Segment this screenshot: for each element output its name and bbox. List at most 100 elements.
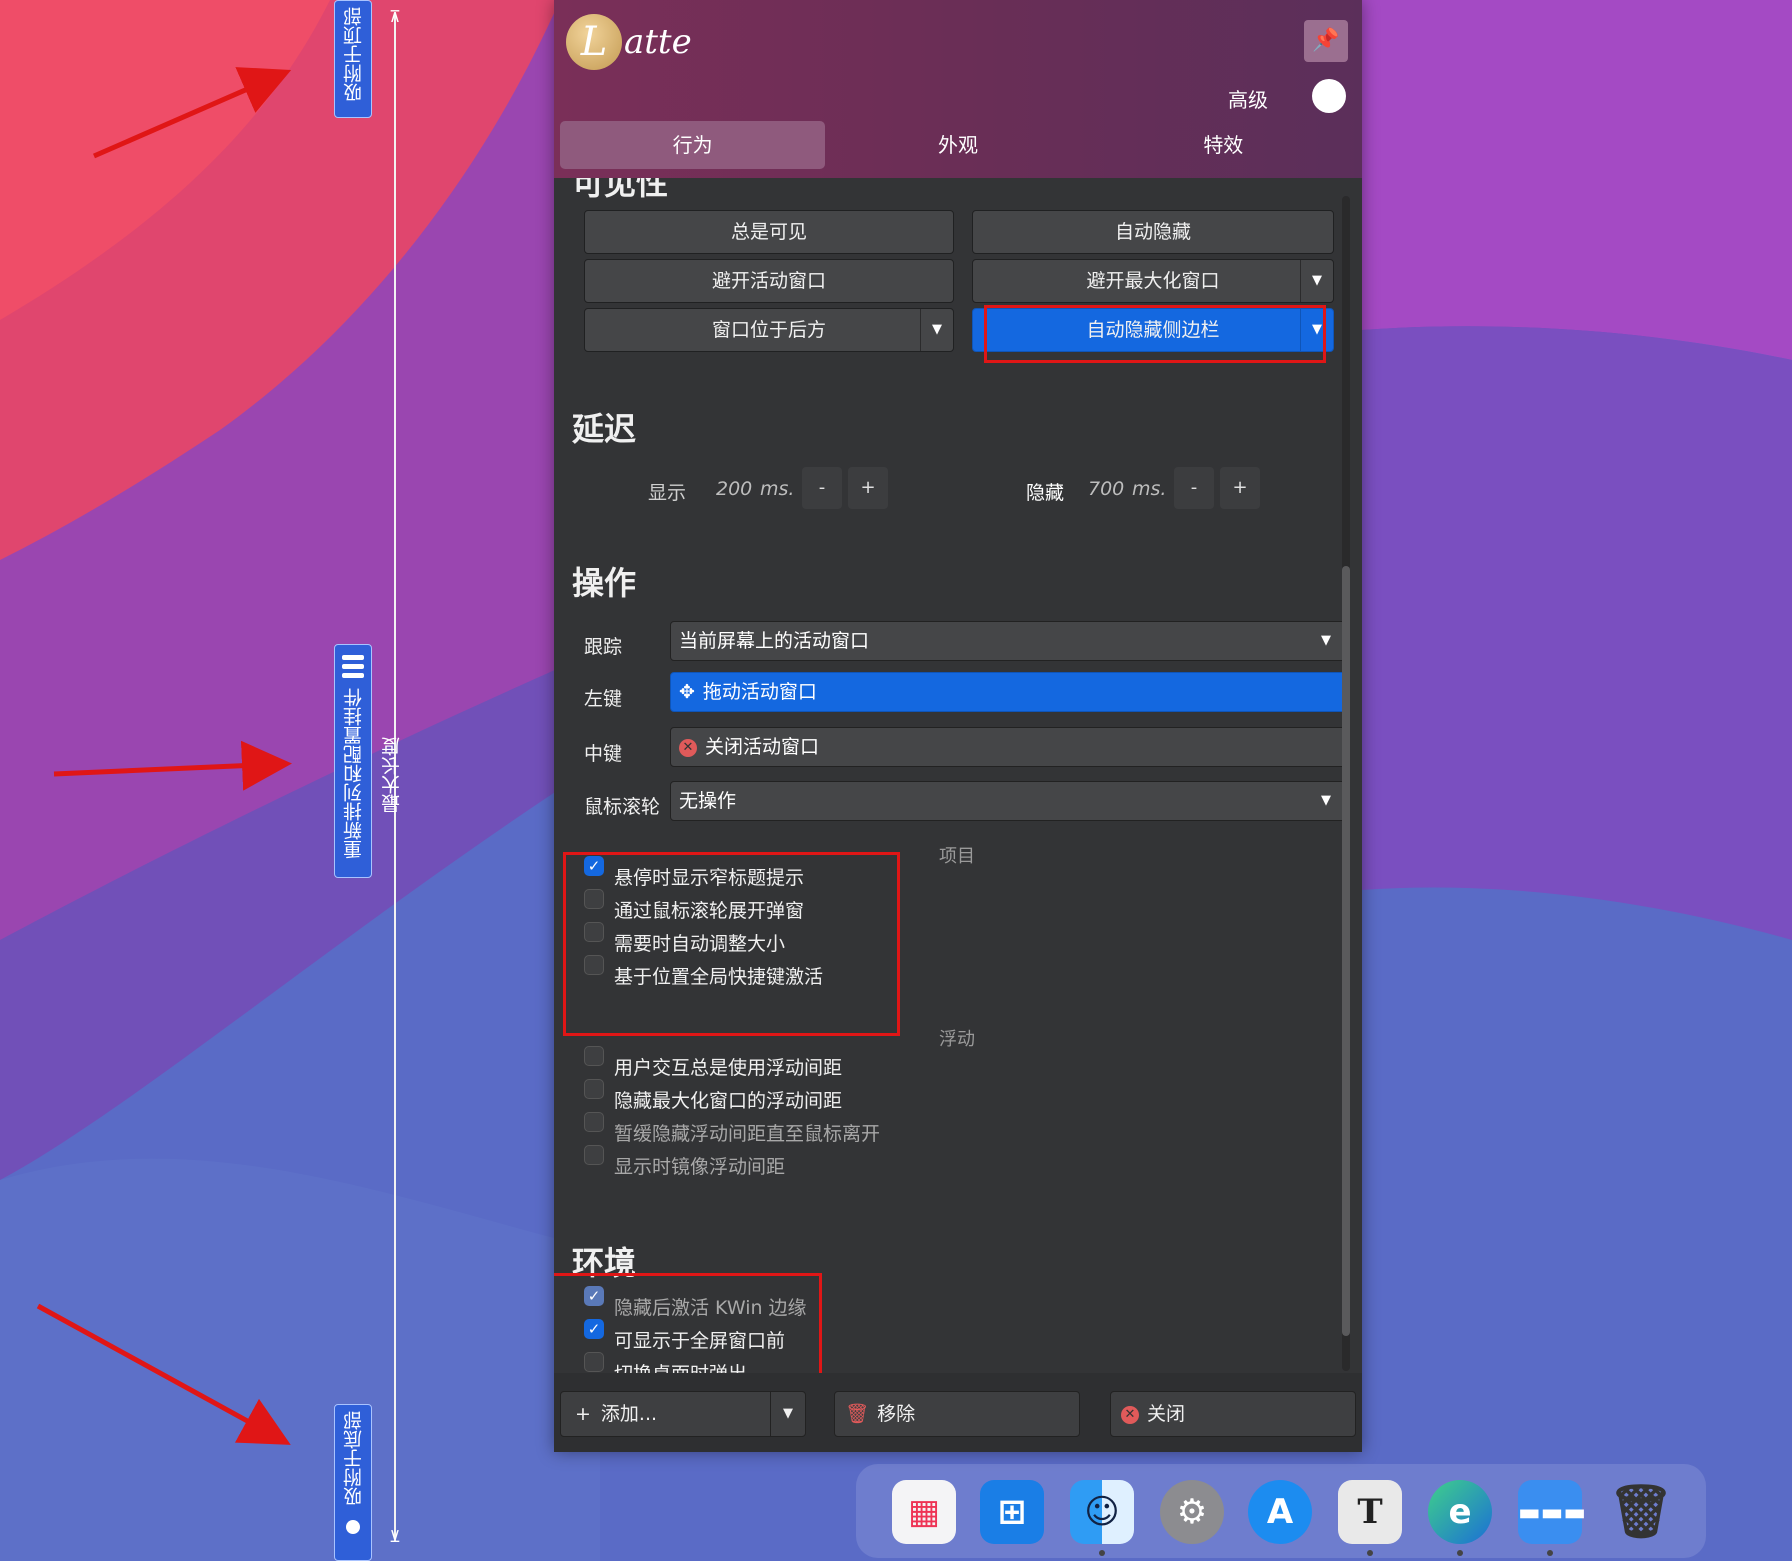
hide-delay-increase-button[interactable]: + bbox=[1220, 467, 1260, 509]
checkbox-label: 显示时镜像浮动间距 bbox=[614, 1156, 786, 1178]
windows-go-below-button[interactable]: 窗口位于后方 ▼ bbox=[584, 308, 954, 352]
remove-button[interactable]: 🗑 移除 bbox=[834, 1391, 1080, 1437]
track-label: 跟踪 bbox=[584, 636, 623, 658]
snap-top-label: 吸附于顶部 bbox=[342, 7, 365, 102]
mouse-wheel-label: 鼠标滚轮 bbox=[584, 796, 661, 818]
tab-behavior[interactable]: 行为 bbox=[560, 121, 826, 169]
middle-click-select[interactable]: ✕ 关闭活动窗口 bbox=[670, 727, 1346, 767]
close-icon: ✕ bbox=[1121, 1405, 1139, 1424]
show-delay-label: 显示 bbox=[648, 482, 687, 504]
dodge-maximized-button[interactable]: 避开最大化窗口 ▼ bbox=[972, 259, 1334, 303]
advanced-toggle[interactable] bbox=[1312, 79, 1346, 113]
windows-icon[interactable]: ⊞ bbox=[980, 1480, 1044, 1544]
snap-bottom-button[interactable]: 吸附于底部 bbox=[334, 1404, 372, 1561]
items-group-label: 项目 bbox=[939, 846, 975, 867]
checkbox[interactable] bbox=[584, 1112, 604, 1132]
chevron-down-icon[interactable]: ▼ bbox=[920, 309, 953, 351]
plus-icon: + bbox=[575, 1403, 591, 1425]
text-editor-icon[interactable]: T bbox=[1338, 1480, 1402, 1544]
chevron-down-icon: ▼ bbox=[1321, 793, 1331, 808]
running-indicator bbox=[1367, 1550, 1373, 1556]
running-indicator bbox=[1547, 1550, 1553, 1556]
latte-logo: L atte bbox=[566, 14, 692, 70]
mouse-wheel-select[interactable]: 无操作 ▼ bbox=[670, 781, 1346, 821]
show-delay-decrease-button[interactable]: - bbox=[802, 467, 842, 509]
dock: ▦ ⊞ ☺ ⚙ A T e ▬▬▬ 🗑 bbox=[856, 1464, 1706, 1558]
floating-checkbox-row[interactable]: 显示时镜像浮动间距 bbox=[584, 1145, 786, 1178]
logo-text: atte bbox=[624, 22, 692, 62]
launchpad-icon[interactable]: ▦ bbox=[892, 1480, 956, 1544]
annotation-box bbox=[563, 852, 900, 1036]
dodge-active-button[interactable]: 避开活动窗口 bbox=[584, 259, 954, 303]
scrollbar[interactable] bbox=[1342, 196, 1350, 1371]
behavior-content: 可见性 总是可见 自动隐藏 避开活动窗口 避开最大化窗口 ▼ 窗口位于后方 ▼ … bbox=[554, 178, 1362, 1373]
floating-checkbox-row[interactable]: 隐藏最大化窗口的浮动间距 bbox=[584, 1079, 843, 1112]
menu-icon bbox=[342, 645, 364, 682]
hide-delay-label: 隐藏 bbox=[1026, 482, 1065, 504]
logo-letter: L bbox=[566, 14, 622, 70]
app-store-icon[interactable]: A bbox=[1248, 1480, 1312, 1544]
chevron-down-icon[interactable]: ▼ bbox=[770, 1392, 805, 1436]
edge-browser-icon[interactable]: e bbox=[1428, 1480, 1492, 1544]
close-button[interactable]: ✕ 关闭 bbox=[1110, 1391, 1356, 1437]
floating-group-label: 浮动 bbox=[939, 1029, 975, 1050]
max-length-label: 最大长度 bbox=[381, 737, 403, 813]
scrollbar-thumb[interactable] bbox=[1342, 566, 1350, 1336]
annotation-box bbox=[554, 1273, 822, 1373]
floating-checkbox-row[interactable]: 暂缓隐藏浮动间距直至鼠标离开 bbox=[584, 1112, 881, 1145]
checkbox[interactable] bbox=[584, 1046, 604, 1066]
delay-title: 延迟 bbox=[572, 410, 637, 448]
checkbox[interactable] bbox=[584, 1145, 604, 1165]
middle-click-label: 中键 bbox=[584, 743, 623, 765]
tab-effects[interactable]: 特效 bbox=[1091, 121, 1356, 169]
snap-bottom-label: 吸附于底部 bbox=[342, 1411, 365, 1506]
show-delay-unit: ms. bbox=[760, 478, 795, 500]
hide-delay-decrease-button[interactable]: - bbox=[1174, 467, 1214, 509]
add-label: 添加... bbox=[600, 1403, 658, 1425]
middle-click-value: 关闭活动窗口 bbox=[705, 736, 820, 758]
hide-delay-unit: ms. bbox=[1132, 478, 1167, 500]
actions-title: 操作 bbox=[572, 564, 637, 602]
latte-settings-panel: L atte 📌 高级 行为 外观 特效 可见性 总是可见 自动隐藏 避开活动窗… bbox=[554, 0, 1362, 1452]
mouse-wheel-value: 无操作 bbox=[679, 790, 737, 812]
running-indicator bbox=[1457, 1550, 1463, 1556]
auto-hide-button[interactable]: 自动隐藏 bbox=[972, 210, 1334, 254]
checkbox-label: 用户交互总是使用浮动间距 bbox=[614, 1057, 843, 1079]
always-visible-button[interactable]: 总是可见 bbox=[584, 210, 954, 254]
running-indicator bbox=[1099, 1550, 1105, 1556]
panel-header: L atte 📌 高级 行为 外观 特效 bbox=[554, 0, 1362, 178]
rearrange-widgets-button[interactable]: 重新排列和配置挂件 bbox=[334, 644, 372, 878]
add-button[interactable]: + 添加... ▼ bbox=[560, 1391, 806, 1437]
system-settings-icon[interactable]: ⚙ bbox=[1160, 1480, 1224, 1544]
tab-appearance[interactable]: 外观 bbox=[825, 121, 1090, 169]
show-delay-value[interactable]: 200 bbox=[716, 478, 752, 500]
finder-icon[interactable]: ☺ bbox=[1070, 1480, 1134, 1544]
pin-button[interactable]: 📌 bbox=[1304, 20, 1348, 62]
track-value: 当前屏幕上的活动窗口 bbox=[679, 630, 870, 652]
close-icon: ✕ bbox=[679, 738, 697, 757]
trash-icon: 🗑 bbox=[845, 1403, 870, 1425]
panel-footer: + 添加... ▼ 🗑 移除 ✕ 关闭 bbox=[554, 1373, 1362, 1452]
checkbox-label: 隐藏最大化窗口的浮动间距 bbox=[614, 1090, 843, 1112]
ruler-top-handle[interactable]: ⊼ bbox=[385, 8, 405, 26]
show-delay-increase-button[interactable]: + bbox=[848, 467, 888, 509]
checkbox[interactable] bbox=[584, 1079, 604, 1099]
snap-top-button[interactable]: 吸附于顶部 bbox=[334, 0, 372, 118]
latte-dock-icon[interactable]: ▬▬▬ bbox=[1518, 1480, 1586, 1544]
ruler-bottom-handle[interactable]: ⊻ bbox=[385, 1528, 405, 1546]
hide-delay-value[interactable]: 700 bbox=[1088, 478, 1124, 500]
chevron-down-icon: ▼ bbox=[1321, 633, 1331, 648]
advanced-label: 高级 bbox=[1228, 88, 1268, 112]
rearrange-widgets-label: 重新排列和配置挂件 bbox=[342, 688, 365, 859]
windows-go-below-label: 窗口位于后方 bbox=[711, 319, 826, 341]
track-select[interactable]: 当前屏幕上的活动窗口 ▼ bbox=[670, 621, 1346, 661]
left-click-select[interactable]: ✥ 拖动活动窗口 bbox=[670, 672, 1346, 712]
close-label: 关闭 bbox=[1147, 1403, 1186, 1425]
dodge-maximized-label: 避开最大化窗口 bbox=[1086, 270, 1220, 292]
chevron-down-icon[interactable]: ▼ bbox=[1300, 260, 1333, 302]
pin-icon: 📌 bbox=[1312, 28, 1340, 53]
visibility-title: 可见性 bbox=[572, 178, 669, 202]
checkbox-label: 暂缓隐藏浮动间距直至鼠标离开 bbox=[614, 1123, 881, 1145]
floating-checkbox-row[interactable]: 用户交互总是使用浮动间距 bbox=[584, 1046, 843, 1079]
trash-icon[interactable]: 🗑 bbox=[1608, 1480, 1674, 1544]
